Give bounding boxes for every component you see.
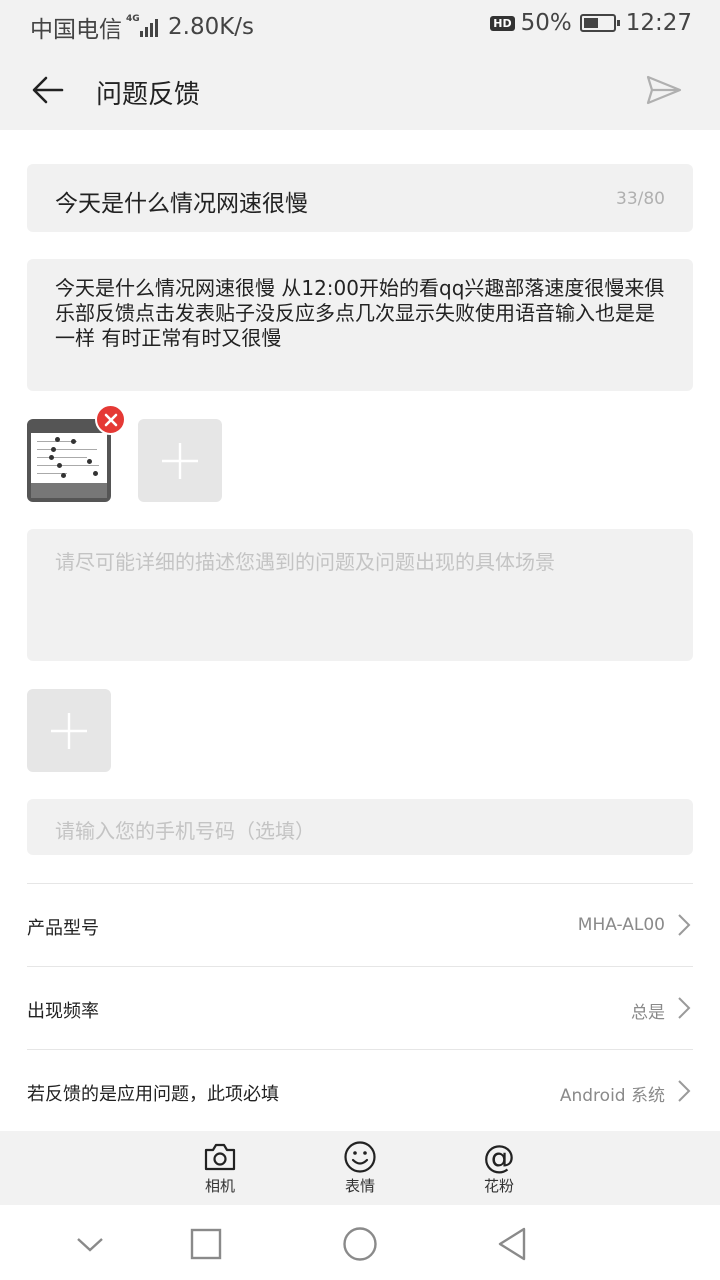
battery-icon bbox=[579, 14, 620, 32]
back-button[interactable] bbox=[28, 70, 68, 110]
product-model-label: 产品型号 bbox=[27, 918, 99, 939]
app-issue-label: 若反馈的是应用问题，此项必填 bbox=[27, 1084, 279, 1105]
app-issue-row[interactable]: 若反馈的是应用问题，此项必填 Android 系统 bbox=[27, 1049, 693, 1132]
battery-percent: 50% bbox=[520, 10, 572, 36]
mention-button[interactable]: @ 花粉 bbox=[459, 1139, 539, 1196]
page-title: 问题反馈 bbox=[96, 80, 201, 110]
add-attachment-button[interactable] bbox=[27, 689, 111, 772]
close-icon bbox=[104, 413, 117, 426]
app-issue-value: Android 系统 bbox=[559, 1086, 665, 1106]
status-left: 中国电信 4G 2.80K/s bbox=[30, 10, 254, 44]
send-icon bbox=[646, 75, 682, 105]
clock: 12:27 bbox=[625, 10, 692, 36]
network-speed: 2.80K/s bbox=[168, 14, 255, 40]
input-toolbar: 相机 表情 @ 花粉 bbox=[0, 1131, 720, 1205]
product-model-row[interactable]: 产品型号 MHA-AL00 bbox=[27, 883, 693, 966]
mention-label: 花粉 bbox=[483, 1177, 514, 1195]
emoji-button[interactable]: 表情 bbox=[320, 1139, 400, 1196]
title-char-counter: 33/80 bbox=[616, 189, 665, 209]
detail-description-field[interactable]: 请尽可能详细的描述您遇到的问题及问题出现的具体场景 bbox=[27, 529, 693, 661]
system-nav-bar bbox=[0, 1205, 720, 1280]
frequency-row[interactable]: 出现频率 总是 bbox=[27, 966, 693, 1049]
nav-collapse-button[interactable] bbox=[68, 1222, 112, 1266]
circle-icon bbox=[343, 1227, 377, 1261]
square-icon bbox=[190, 1228, 222, 1260]
app-header: 问题反馈 bbox=[0, 50, 720, 130]
chevron-right-icon bbox=[678, 914, 691, 936]
plus-icon bbox=[162, 443, 198, 479]
nav-recents-button[interactable] bbox=[184, 1222, 228, 1266]
feedback-description-field[interactable]: 今天是什么情况网速很慢 从12:00开始的看qq兴趣部落速度很慢来俱乐部反馈点击… bbox=[27, 259, 693, 391]
hd-badge: HD bbox=[490, 15, 515, 31]
carrier-label: 中国电信 bbox=[30, 17, 122, 43]
battery-fill bbox=[583, 18, 598, 28]
chevron-right-icon bbox=[678, 1080, 691, 1102]
nav-back-button[interactable] bbox=[490, 1222, 534, 1266]
signal-icon: 4G bbox=[126, 14, 158, 37]
emoji-label: 表情 bbox=[344, 1177, 375, 1195]
attached-image-thumbnail[interactable] bbox=[27, 419, 111, 502]
thumbnail-screen bbox=[31, 433, 107, 483]
triangle-back-icon bbox=[498, 1227, 526, 1261]
at-sign-icon: @ bbox=[483, 1138, 515, 1176]
network-type-label: 4G bbox=[126, 14, 140, 24]
nav-home-button[interactable] bbox=[338, 1222, 382, 1266]
thumbnail-keyboard bbox=[31, 483, 107, 498]
camera-label: 相机 bbox=[204, 1177, 235, 1195]
plus-icon bbox=[51, 713, 87, 749]
arrow-left-icon bbox=[32, 76, 64, 104]
add-image-button[interactable] bbox=[138, 419, 222, 502]
chevron-right-icon bbox=[678, 997, 691, 1019]
feedback-title-field[interactable]: 今天是什么情况网速很慢 33/80 bbox=[27, 164, 693, 232]
chevron-down-icon bbox=[77, 1238, 103, 1252]
camera-icon bbox=[204, 1143, 236, 1171]
emoji-icon bbox=[344, 1141, 376, 1173]
remove-image-button[interactable] bbox=[95, 404, 126, 435]
status-right: HD 50% 12:27 bbox=[490, 10, 692, 36]
feedback-title-value: 今天是什么情况网速很慢 bbox=[55, 191, 308, 217]
frequency-value: 总是 bbox=[631, 1003, 665, 1023]
frequency-label: 出现频率 bbox=[27, 1001, 99, 1022]
status-bar: 中国电信 4G 2.80K/s HD 50% 12:27 bbox=[0, 0, 720, 50]
camera-button[interactable]: 相机 bbox=[180, 1139, 260, 1196]
send-button[interactable] bbox=[644, 70, 684, 110]
product-model-value: MHA-AL00 bbox=[577, 915, 665, 935]
phone-number-field[interactable]: 请输入您的手机号码（选填） bbox=[27, 799, 693, 855]
